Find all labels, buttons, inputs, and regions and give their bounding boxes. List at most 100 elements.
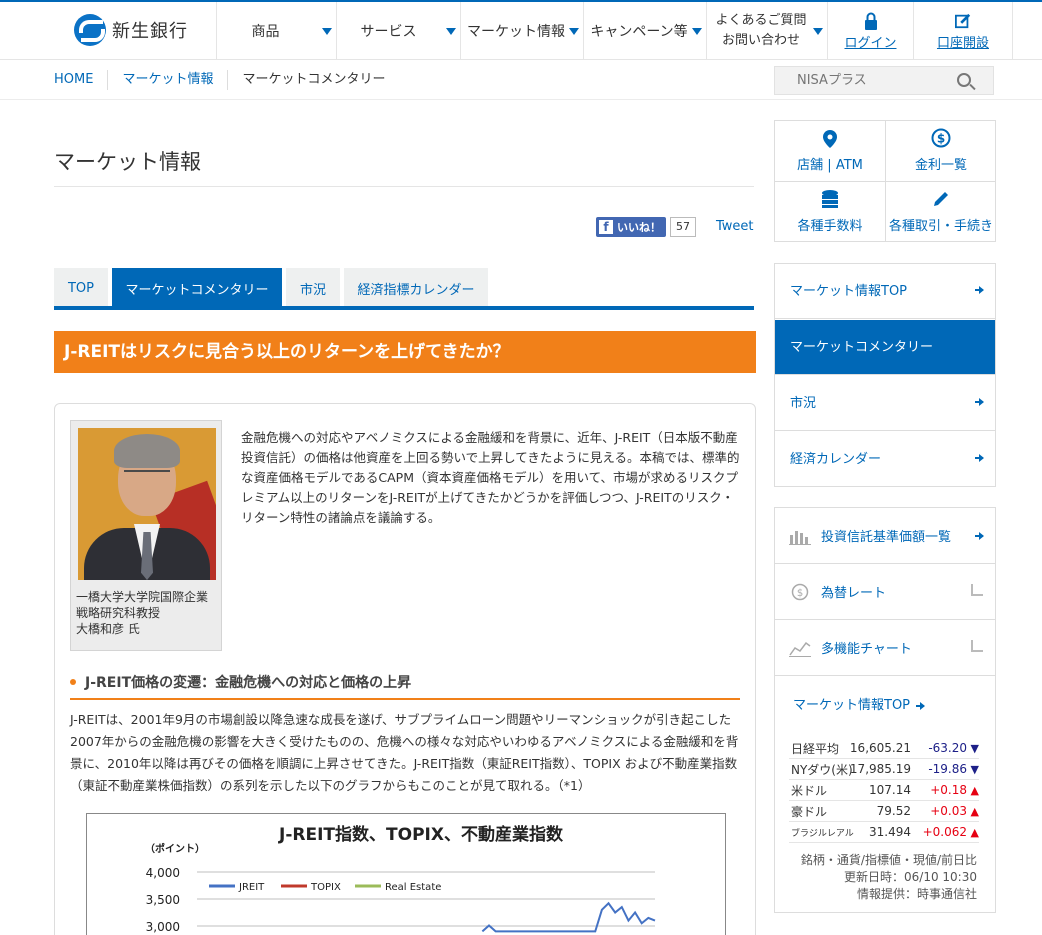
facebook-icon: f xyxy=(599,220,613,234)
quick-link-label: 各種手数料 xyxy=(797,219,863,234)
open-account-button[interactable]: 口座開設 xyxy=(913,2,1013,60)
nav-label: キャンペーン等 xyxy=(590,24,688,40)
nav-campaign[interactable]: キャンペーン等 xyxy=(583,2,706,60)
quick-link-procedures[interactable]: 各種取引・手続き xyxy=(886,182,996,242)
tab-top[interactable]: TOP xyxy=(54,268,108,308)
chart-legend-label: JREIT xyxy=(238,882,265,893)
quick-link-branch-atm[interactable]: 店舗 | ATM xyxy=(775,121,885,181)
tab-market-commentary[interactable]: マーケットコメンタリー xyxy=(112,268,282,308)
author-position: 戦略研究科教授 xyxy=(76,606,161,620)
like-label: いいね！ xyxy=(617,221,661,234)
side-nav-market-conditions[interactable]: 市況 xyxy=(775,376,995,431)
line-chart-icon xyxy=(789,641,811,657)
logo-mark-icon xyxy=(74,14,106,46)
triangle-up-icon: ▲ xyxy=(970,804,979,818)
rate-row: ブラジルレアル 31.494 +0.062 ▲ xyxy=(789,822,979,843)
tab-economic-calendar[interactable]: 経済指標カレンダー xyxy=(344,268,488,308)
rate-row: 米ドル 107.14 +0.18 ▲ xyxy=(789,780,979,801)
market-link-label: 為替レート xyxy=(821,586,887,601)
facebook-like-button[interactable]: f いいね！ xyxy=(596,217,666,237)
page-title: マーケット情報 xyxy=(54,150,201,174)
caret-down-icon xyxy=(446,28,456,35)
breadcrumb-market-info[interactable]: マーケット情報 xyxy=(107,70,227,90)
triangle-down-icon: ▼ xyxy=(970,762,979,776)
side-nav-market-commentary[interactable]: マーケットコメンタリー xyxy=(775,320,995,375)
login-label: ログイン xyxy=(844,35,897,51)
jreit-chart: J-REIT指数、TOPIX、不動産業指数 （ポイント） 4,000 3,500 3… xyxy=(86,813,726,935)
header-divider xyxy=(0,99,1042,100)
market-link-multi-chart[interactable]: 多機能チャート xyxy=(775,620,995,676)
nav-label: よくあるご質問 xyxy=(715,13,807,28)
external-link-icon xyxy=(971,584,983,596)
market-link-label: 投資信託基準価額一覧 xyxy=(821,530,952,545)
title-divider xyxy=(54,186,754,187)
nav-market-info[interactable]: マーケット情報 xyxy=(460,2,583,60)
search-icon[interactable] xyxy=(957,73,971,87)
article-body: J-REITは、2001年9月の市場創設以降急速な成長を遂げ、サブプライムローン… xyxy=(70,712,739,793)
nav-services[interactable]: サービス xyxy=(336,2,460,60)
quick-link-fees[interactable]: 各種手数料 xyxy=(775,182,885,242)
currency-exchange-icon: $ xyxy=(791,583,809,600)
nav-label: サービス xyxy=(360,24,417,40)
article-title: J-REITはリスクに見合う以上のリターンを上げてきたか？ xyxy=(54,331,756,373)
quick-link-rates[interactable]: $ 金利一覧 xyxy=(886,121,996,181)
section-heading: J-REIT価格の変遷：金融危機への対応と価格の上昇 xyxy=(70,672,411,692)
chart-svg: J-REIT指数、TOPIX、不動産業指数 （ポイント） 4,000 3,500 3… xyxy=(145,824,656,934)
market-source: 情報提供：時事通信社 xyxy=(856,887,977,901)
edit-icon xyxy=(955,13,971,28)
market-link-fund-prices[interactable]: 投資信託基準価額一覧 xyxy=(775,508,995,564)
site-header: 新生銀行 商品 サービス マーケット情報 キャンペーン等 よくあるご質問 お問い… xyxy=(0,0,1042,60)
quick-link-label: 店舗 | ATM xyxy=(797,158,863,173)
side-nav-label: 市況 xyxy=(790,396,817,411)
nav-faq-contact[interactable]: よくあるご質問 お問い合わせ xyxy=(706,2,827,60)
login-button[interactable]: ログイン xyxy=(827,2,913,60)
breadcrumb-home[interactable]: HOME xyxy=(54,70,107,90)
caret-down-icon xyxy=(569,28,579,35)
side-nav-market-top[interactable]: マーケット情報TOP xyxy=(775,264,995,319)
tweet-button[interactable]: Tweet xyxy=(716,219,754,234)
chart-legend-label: TOPIX xyxy=(310,882,341,893)
arrow-right-icon xyxy=(916,701,926,710)
nav-products[interactable]: 商品 xyxy=(216,2,336,60)
market-widget: 投資信託基準価額一覧 $ 為替レート 多機能チャート マーケット情報TOP 日経… xyxy=(774,507,996,913)
rate-row: 豪ドル 79.52 +0.03 ▲ xyxy=(789,801,979,822)
quick-link-label: 金利一覧 xyxy=(914,158,967,173)
open-account-label: 口座開設 xyxy=(936,35,989,51)
tab-market-conditions[interactable]: 市況 xyxy=(286,268,340,308)
arrow-right-icon xyxy=(975,454,984,462)
yen-coin-icon: $ xyxy=(931,128,951,148)
rate-row: 日経平均 16,605.21 -63.20 ▼ xyxy=(789,738,979,759)
facebook-like: f いいね！ 57 xyxy=(596,217,696,237)
side-nav-label: 経済カレンダー xyxy=(790,452,882,467)
market-info-top-link[interactable]: マーケット情報TOP xyxy=(793,694,926,713)
nav-label: 商品 xyxy=(251,24,280,40)
like-count: 57 xyxy=(670,217,696,237)
global-nav: 商品 サービス マーケット情報 キャンペーン等 よくあるご質問 お問い合わせ ロ… xyxy=(216,2,1013,60)
chart-y-tick: 3,500 xyxy=(146,893,180,907)
market-top-label: マーケット情報TOP xyxy=(793,698,911,713)
search-input[interactable] xyxy=(775,67,955,94)
nav-label: お問い合わせ xyxy=(721,33,800,48)
author-info: 一橋大学大学院国際企業 戦略研究科教授 大橋和彦 氏 xyxy=(76,589,208,637)
arrow-right-icon xyxy=(975,532,984,540)
market-link-fx-rates[interactable]: $ 為替レート xyxy=(775,564,995,620)
chart-legend-label: Real Estate xyxy=(385,882,441,893)
chart-legend: JREIT TOPIX Real Estate xyxy=(209,882,441,893)
bank-logo[interactable]: 新生銀行 xyxy=(74,14,188,46)
caret-down-icon xyxy=(692,28,702,35)
chart-title: J-REIT指数、TOPIX、不動産業指数 xyxy=(278,824,564,845)
bar-chart-icon xyxy=(789,530,811,545)
bullet-dot-icon xyxy=(70,679,76,685)
side-nav-economic-calendar[interactable]: 経済カレンダー xyxy=(775,432,995,487)
breadcrumb-current: マーケットコメンタリー xyxy=(227,70,399,90)
external-link-icon xyxy=(971,640,983,652)
triangle-up-icon: ▲ xyxy=(970,783,979,797)
market-tabs: TOP マーケットコメンタリー 市況 経済指標カレンダー xyxy=(54,268,492,308)
chart-ylabel: （ポイント） xyxy=(145,842,205,855)
triangle-up-icon: ▲ xyxy=(970,825,979,839)
side-nav-label: マーケットコメンタリー xyxy=(790,340,934,355)
lock-icon xyxy=(864,12,877,30)
section-heading-text: J-REIT価格の変遷：金融危機への対応と価格の上昇 xyxy=(85,675,412,691)
author-affiliation: 一橋大学大学院国際企業 xyxy=(76,590,209,604)
pencil-icon xyxy=(934,192,948,206)
